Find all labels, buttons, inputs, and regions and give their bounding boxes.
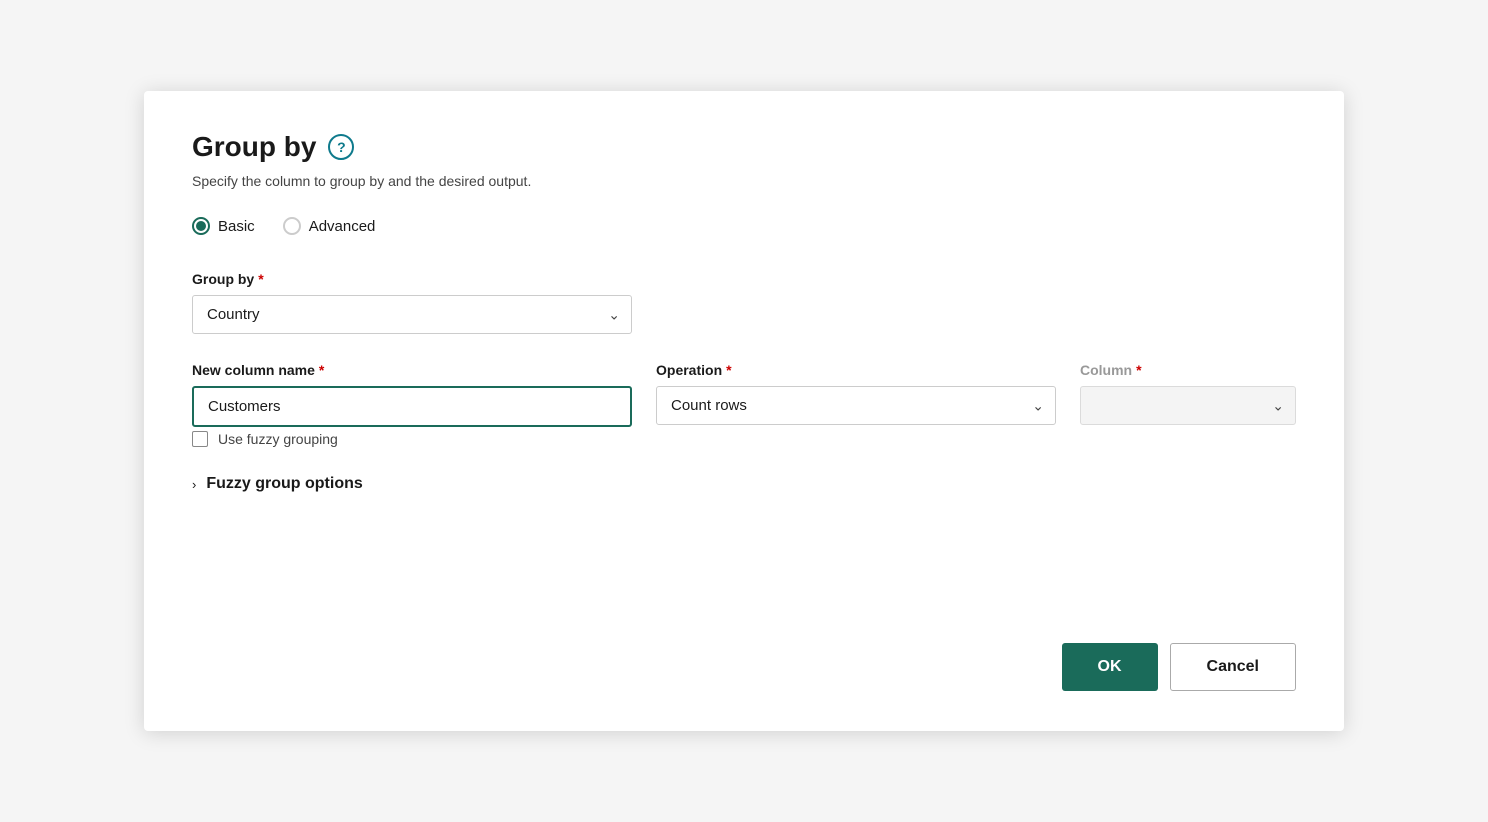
radio-basic[interactable]: Basic (192, 217, 255, 235)
column-label: Column * (1080, 362, 1296, 378)
mode-radio-group: Basic Advanced (192, 217, 1296, 235)
cancel-button[interactable]: Cancel (1170, 643, 1296, 691)
fuzzy-checkbox-row: Use fuzzy grouping (192, 431, 1296, 447)
fuzzy-options-expand-icon: › (192, 477, 196, 492)
operation-label: Operation * (656, 362, 1056, 378)
dialog-title: Group by (192, 131, 316, 163)
radio-advanced-circle (283, 217, 301, 235)
radio-basic-circle (192, 217, 210, 235)
column-select-wrapper: ⌄ (1080, 386, 1296, 425)
new-column-name-section: New column name * (192, 362, 632, 427)
operation-select[interactable]: Count rows Sum Average Min Max (656, 386, 1056, 425)
group-by-select-wrapper: Country City Region ⌄ (192, 295, 632, 334)
new-column-name-required: * (319, 362, 324, 378)
operation-section: Operation * Count rows Sum Average Min M… (656, 362, 1056, 425)
group-by-select[interactable]: Country City Region (192, 295, 632, 334)
radio-advanced[interactable]: Advanced (283, 217, 376, 235)
group-by-dialog: Group by ? Specify the column to group b… (144, 91, 1344, 731)
fuzzy-options-label: Fuzzy group options (206, 475, 362, 493)
radio-basic-label: Basic (218, 218, 255, 235)
dialog-footer: OK Cancel (1062, 643, 1296, 691)
columns-row: New column name * Operation * Count rows… (192, 362, 1296, 427)
column-select[interactable] (1080, 386, 1296, 425)
radio-advanced-label: Advanced (309, 218, 376, 235)
operation-required: * (726, 362, 731, 378)
group-by-required: * (258, 271, 263, 287)
dialog-subtitle: Specify the column to group by and the d… (192, 173, 1296, 189)
operation-select-wrapper: Count rows Sum Average Min Max ⌄ (656, 386, 1056, 425)
fuzzy-grouping-checkbox[interactable] (192, 431, 208, 447)
dialog-header: Group by ? (192, 131, 1296, 163)
fuzzy-group-options-row[interactable]: › Fuzzy group options (192, 475, 1296, 493)
column-section: Column * ⌄ (1080, 362, 1296, 425)
group-by-section: Group by * Country City Region ⌄ (192, 271, 1296, 334)
group-by-label: Group by * (192, 271, 1296, 287)
new-column-name-label: New column name * (192, 362, 632, 378)
column-required: * (1136, 362, 1141, 378)
fuzzy-grouping-label: Use fuzzy grouping (218, 431, 338, 447)
new-column-name-input[interactable] (192, 386, 632, 427)
help-icon[interactable]: ? (328, 134, 354, 160)
ok-button[interactable]: OK (1062, 643, 1158, 691)
